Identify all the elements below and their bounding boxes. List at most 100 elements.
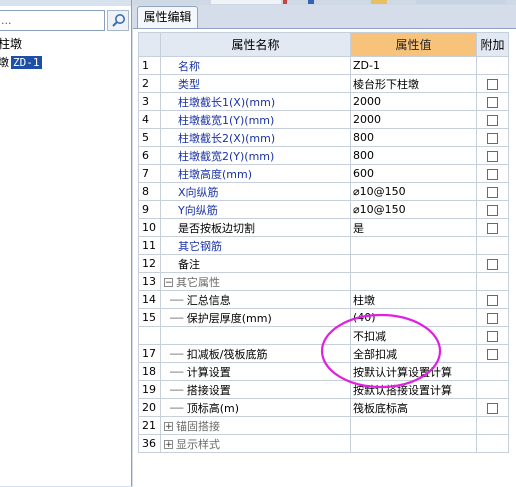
add-cell [476,416,509,435]
property-name[interactable]: 备注 [160,254,351,273]
table-row[interactable]: 20 ── 顶标高(m) 筏板底标高 [138,398,509,417]
row-number: 19 [138,380,161,399]
table-row[interactable]: 12 备注 [138,254,509,273]
property-name[interactable]: ── 顶标高(m) [160,398,351,417]
property-name[interactable]: Y向纵筋 [160,200,351,219]
property-value[interactable]: 全部扣减 [350,344,477,363]
row-number: 3 [138,92,161,111]
tree-node-zd1[interactable]: 墩 ZD-1 [0,55,42,70]
property-name[interactable]: 柱墩截宽1(Y)(mm) [160,110,351,129]
table-row[interactable]: 6 柱墩截宽2(Y)(mm) 800 [138,146,509,165]
property-name[interactable]: ── 保护层厚度(mm) [160,308,351,327]
add-checkbox[interactable] [487,97,498,108]
add-checkbox[interactable] [487,205,498,216]
add-cell [476,398,509,417]
add-checkbox[interactable] [487,115,498,126]
table-row[interactable]: 10 是否按板边切割 是 [138,218,509,237]
property-value[interactable]: 800 [350,128,477,147]
collapse-icon[interactable]: − [164,278,173,288]
property-name[interactable]: ── 汇总信息 [160,290,351,309]
add-cell [476,362,509,381]
table-row[interactable]: 11 其它钢筋 [138,236,509,255]
property-name[interactable]: 其它钢筋 [160,236,351,255]
property-name[interactable]: X向纵筋 [160,182,351,201]
add-checkbox[interactable] [487,133,498,144]
table-row[interactable]: 8 X向纵筋 ⌀10@150 [138,182,509,201]
property-value[interactable] [350,236,477,255]
property-value[interactable]: ⌀10@150 [350,200,477,219]
add-checkbox[interactable] [487,169,498,180]
property-value[interactable]: 棱台形下柱墩 [350,74,477,93]
property-name[interactable]: 柱墩截长1(X)(mm) [160,92,351,111]
add-cell [476,254,509,273]
add-checkbox[interactable] [487,349,498,360]
property-value[interactable] [350,254,477,273]
property-value[interactable]: 800 [350,146,477,165]
add-checkbox[interactable] [487,223,498,234]
property-name[interactable]: − 其它属性 [160,272,351,291]
property-value[interactable]: 2000 [350,92,477,111]
add-checkbox[interactable] [487,313,498,324]
property-value[interactable] [350,434,477,453]
add-checkbox[interactable] [487,331,498,342]
table-row[interactable]: 14 ── 汇总信息 柱墩 [138,290,509,309]
header-property-value[interactable]: 属性值 [350,32,477,57]
table-row[interactable]: 4 柱墩截宽1(Y)(mm) 2000 [138,110,509,129]
table-row[interactable]: 15 ── 保护层厚度(mm) (40) [138,308,509,327]
property-name[interactable]: 柱墩截长2(X)(mm) [160,128,351,147]
expand-icon[interactable]: + [164,440,173,450]
property-name[interactable]: 类型 [160,74,351,93]
table-row[interactable]: 2 类型 棱台形下柱墩 [138,74,509,93]
table-row[interactable]: 19 ── 搭接设置 按默认搭接设置计算 [138,380,509,399]
add-checkbox[interactable] [487,403,498,414]
property-value[interactable]: (40) [350,308,477,327]
property-name[interactable]: + 锚固搭接 [160,416,351,435]
add-checkbox[interactable] [487,295,498,306]
table-row[interactable]: 13− 其它属性 [138,272,509,291]
search-button[interactable] [107,10,129,31]
property-value[interactable]: 2000 [350,110,477,129]
table-row[interactable]: 18 ── 计算设置 按默认计算设置计算 [138,362,509,381]
tab-property-edit[interactable]: 属性编辑 [137,6,198,28]
property-name[interactable]: 柱墩截宽2(Y)(mm) [160,146,351,165]
property-name[interactable]: 是否按板边切割 [160,218,351,237]
property-value[interactable]: 筏板底标高 [350,398,477,417]
table-row[interactable]: 16 ── 扣减板/筏板面筋 不扣减 [138,326,509,345]
table-row[interactable]: 1 名称 ZD-1 [138,56,509,75]
expand-icon[interactable]: + [164,422,173,432]
property-name[interactable]: ── 搭接设置 [160,380,351,399]
group-label: 其它属性 [176,275,220,289]
property-name[interactable]: 名称 [160,56,351,75]
property-name[interactable]: 柱墩高度(mm) [160,164,351,183]
property-value[interactable]: 按默认搭接设置计算 [350,380,477,399]
table-row[interactable]: 3 柱墩截长1(X)(mm) 2000 [138,92,509,111]
add-checkbox[interactable] [487,79,498,90]
search-input[interactable]: ... [0,10,105,31]
table-row[interactable]: 17 ── 扣减板/筏板底筋 全部扣减 [138,344,509,363]
tree-node-label[interactable]: ZD-1 [11,56,42,69]
property-value[interactable]: 是 [350,218,477,237]
table-row[interactable]: 7 柱墩高度(mm) 600 [138,164,509,183]
property-value[interactable] [350,272,477,291]
header-property-name[interactable]: 属性名称 [160,32,351,57]
property-value[interactable]: ⌀10@150 [350,182,477,201]
header-add[interactable]: 附加 [476,32,509,57]
tree-node-root[interactable]: 柱墩 [0,37,22,52]
property-value[interactable]: 柱墩 [350,290,477,309]
add-checkbox[interactable] [487,151,498,162]
property-name[interactable]: + 显示样式 [160,434,351,453]
property-value[interactable]: 不扣减 [350,326,477,345]
table-row[interactable]: 5 柱墩截长2(X)(mm) 800 [138,128,509,147]
table-row[interactable]: 36 + 显示样式 [138,434,509,453]
add-checkbox[interactable] [487,259,498,270]
add-checkbox[interactable] [487,187,498,198]
table-row[interactable]: 9 Y向纵筋 ⌀10@150 [138,200,509,219]
table-row[interactable]: 21 + 锚固搭接 [138,416,509,435]
property-value[interactable]: ZD-1 [350,56,477,75]
property-value[interactable]: 按默认计算设置计算 [350,362,477,381]
property-name[interactable]: ── 计算设置 [160,362,351,381]
property-value[interactable]: 600 [350,164,477,183]
property-value[interactable] [350,416,477,435]
property-name[interactable]: ── 扣减板/筏板底筋 [160,344,351,363]
property-name[interactable]: ── 扣减板/筏板面筋 [160,326,351,345]
